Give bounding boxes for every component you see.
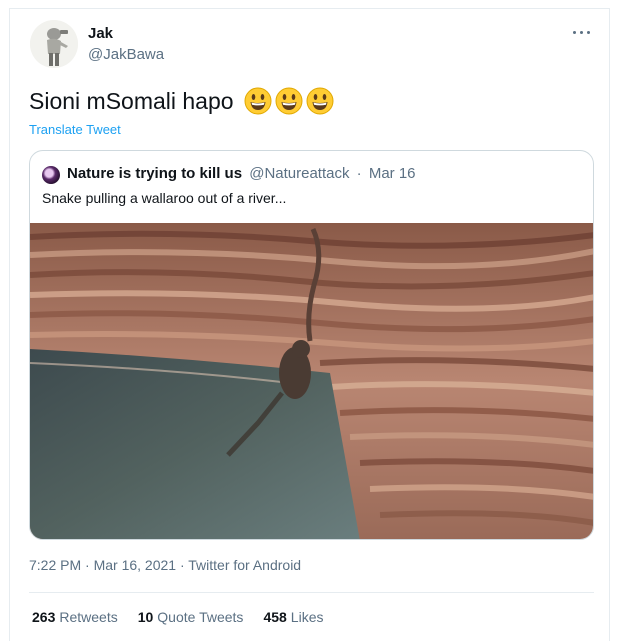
more-options-icon[interactable] <box>573 29 591 37</box>
likes-stat[interactable]: 458 Likes <box>263 609 323 625</box>
emoji-group <box>244 87 334 115</box>
quoted-author-name: Nature is trying to kill us <box>67 165 243 182</box>
tweet-stats: 263 Retweets 10 Quote Tweets 458 Likes <box>32 609 323 625</box>
quoted-separator: · <box>356 165 362 182</box>
avatar[interactable] <box>30 20 78 68</box>
grinning-face-emoji-icon <box>244 87 272 115</box>
quote-tweets-stat[interactable]: 10 Quote Tweets <box>138 609 244 625</box>
quote-tweets-count: 10 <box>137 609 154 625</box>
quoted-avatar[interactable] <box>42 166 60 184</box>
retweets-count: 263 <box>32 609 56 625</box>
quoted-tweet-photo[interactable] <box>30 223 594 540</box>
grinning-face-emoji-icon <box>275 87 303 115</box>
grinning-face-emoji-icon <box>306 87 334 115</box>
author-handle[interactable]: @JakBawa <box>88 46 164 63</box>
author-name[interactable]: Jak <box>88 25 113 42</box>
quoted-tweet[interactable]: Nature is trying to kill us @Natureattac… <box>29 150 594 540</box>
tweet-timestamp[interactable]: 7:22 PM · Mar 16, 2021 · Twitter for And… <box>29 557 301 573</box>
translate-tweet-link[interactable]: Translate Tweet <box>29 122 121 137</box>
quote-tweets-label: Quote Tweets <box>157 609 244 625</box>
likes-count: 458 <box>263 609 287 625</box>
quoted-tweet-header: Nature is trying to kill us @Natureattac… <box>67 165 416 182</box>
quoted-author-handle: @Natureattack <box>249 165 350 182</box>
tweet-card: Jak @JakBawa Sioni mSomali hapo Translat… <box>9 8 610 641</box>
retweets-label: Retweets <box>59 609 118 625</box>
tweet-text: Sioni mSomali hapo <box>29 87 234 114</box>
likes-label: Likes <box>290 609 324 625</box>
quoted-tweet-text: Snake pulling a wallaroo out of a river.… <box>42 190 287 206</box>
tweet-text-row: Sioni mSomali hapo <box>29 87 334 115</box>
quoted-date: Mar 16 <box>368 165 416 182</box>
avatar-image <box>30 20 78 68</box>
retweets-stat[interactable]: 263 Retweets <box>32 609 118 625</box>
divider <box>29 592 594 593</box>
